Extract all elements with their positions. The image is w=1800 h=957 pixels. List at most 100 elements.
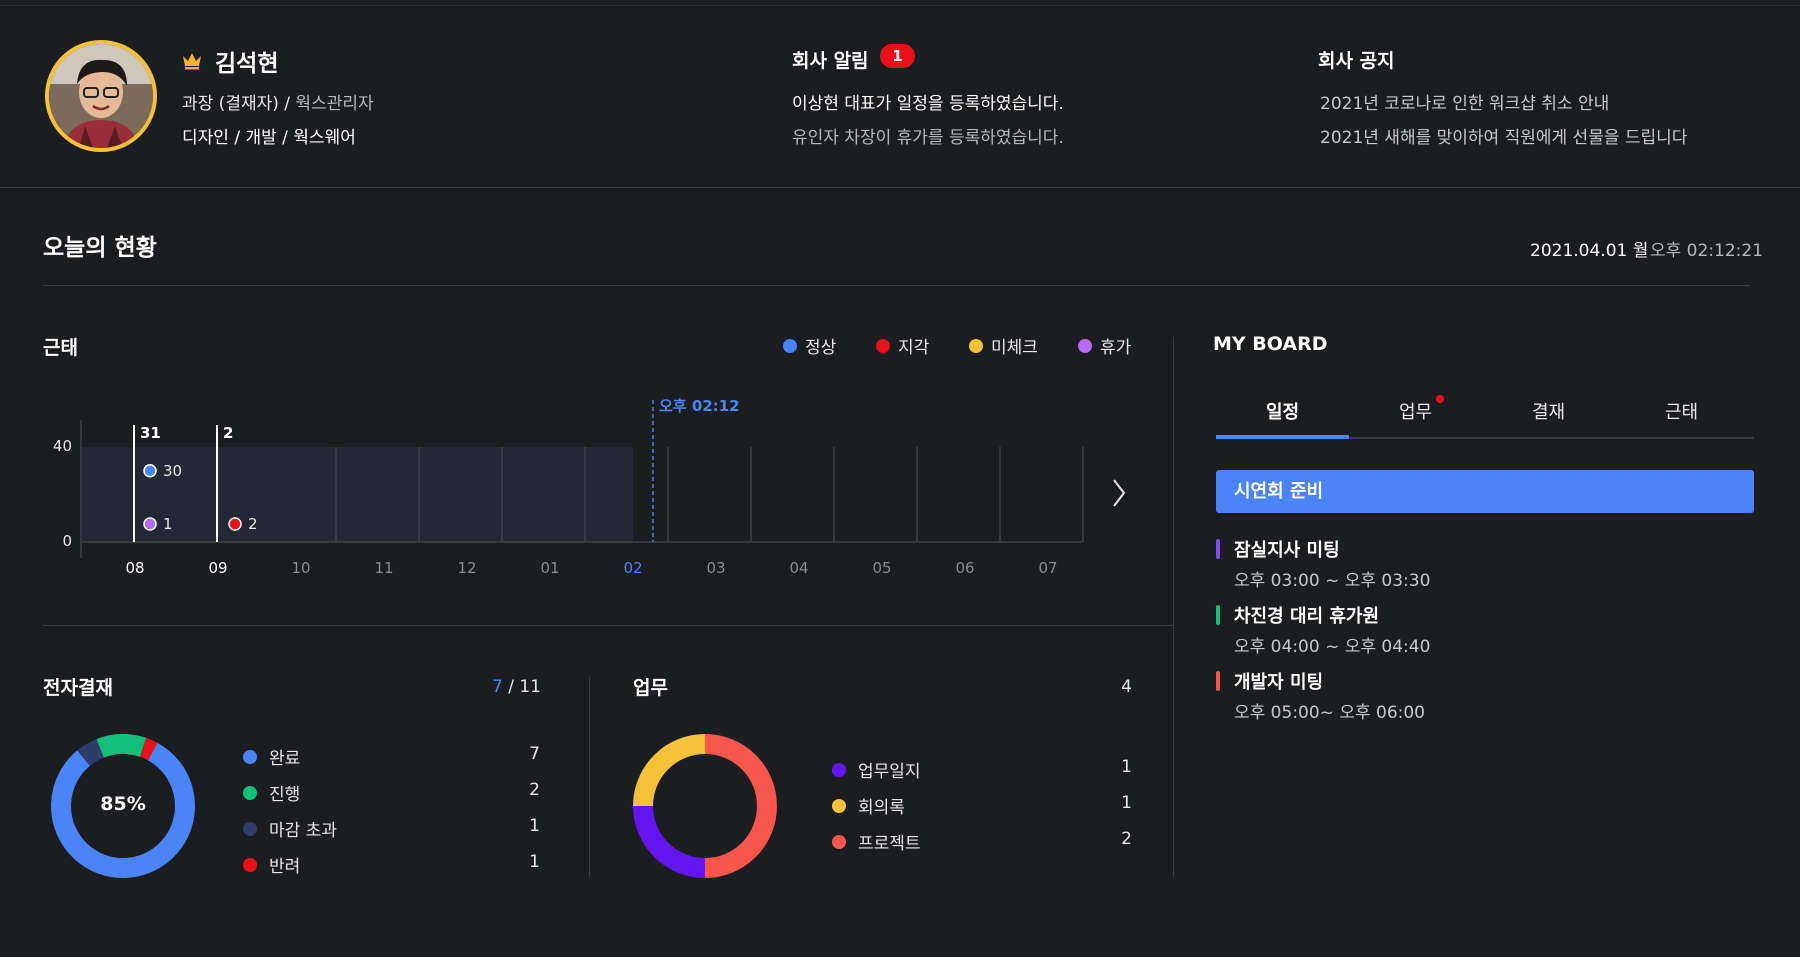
notice-item[interactable]: 2021년 새해를 맞이하여 직원에게 선물을 드립니다 xyxy=(1320,123,1687,148)
data-point xyxy=(228,517,242,531)
header-divider xyxy=(0,187,1800,188)
work-donut-chart xyxy=(633,734,777,878)
crown-icon xyxy=(181,50,203,74)
legend-value: 2 xyxy=(1121,829,1132,849)
user-position: 과장 (결재자) / 웍스관리자 xyxy=(182,89,374,114)
avatar[interactable] xyxy=(45,40,157,152)
legend-vacation: 휴가 xyxy=(1078,333,1131,358)
today-date: 2021.04.01 월 xyxy=(1530,241,1649,261)
attendance-title: 근태 xyxy=(43,337,78,359)
legend-label: 미체크 xyxy=(991,338,1038,358)
legend-label: 휴가 xyxy=(1100,338,1132,358)
tab-approval[interactable]: 결재 xyxy=(1482,398,1615,424)
tab-schedule[interactable]: 일정 xyxy=(1216,398,1349,424)
data-point-label: 1 xyxy=(163,515,173,533)
column-divider xyxy=(1173,337,1174,877)
chevron-right-icon[interactable] xyxy=(1112,478,1126,516)
notice-item[interactable]: 2021년 코로나로 인한 워크샵 취소 안내 xyxy=(1320,89,1609,114)
user-name: 김석현 xyxy=(215,51,279,77)
data-point-label: 2 xyxy=(248,515,258,533)
legend-dot xyxy=(243,749,257,764)
alert-item[interactable]: 이상현 대표가 일정을 등록하였습니다. xyxy=(792,89,1064,114)
legend-label: 회의록 xyxy=(858,798,905,818)
alert-item[interactable]: 유인자 차장이 휴가를 등록하였습니다. xyxy=(792,123,1064,148)
legend-value: 1 xyxy=(529,852,540,872)
x-tick-label: 04 xyxy=(789,559,808,577)
work-legend-diary: 업무일지 xyxy=(832,757,921,782)
data-point-label: 30 xyxy=(163,462,182,480)
tab-tasks[interactable]: 업무 xyxy=(1349,398,1482,424)
event-time: 오후 03:00 ~ 오후 03:30 xyxy=(1234,571,1431,591)
approval-count: 7 / 11 xyxy=(492,677,541,697)
data-point xyxy=(143,517,157,531)
legend-dot xyxy=(832,834,846,849)
event-name: 잠실지사 미팅 xyxy=(1234,540,1340,561)
legend-dot xyxy=(1078,338,1092,353)
x-tick-label: 06 xyxy=(955,559,974,577)
event-name: 차진경 대리 휴가원 xyxy=(1234,606,1380,627)
legend-label: 반려 xyxy=(269,857,301,877)
legend-label: 마감 초과 xyxy=(269,821,337,841)
approval-donut-segment xyxy=(139,737,158,761)
event-color-bar xyxy=(1216,671,1220,691)
x-tick-label: 08 xyxy=(125,559,144,577)
approval-donut-segment xyxy=(96,734,147,758)
work-donut-segment xyxy=(704,734,777,878)
legend-late: 지각 xyxy=(876,333,929,358)
company-notice-title: 회사 공지 xyxy=(1318,50,1395,72)
event-color-bar xyxy=(1216,539,1220,559)
event-time: 오후 04:00 ~ 오후 04:40 xyxy=(1234,637,1431,657)
approval-legend-done: 완료 xyxy=(243,744,300,769)
highlighted-event[interactable]: 시연회 준비 xyxy=(1216,470,1754,513)
today-time: 오후 02:12:21 xyxy=(1650,241,1764,261)
event-name: 개발자 미팅 xyxy=(1234,672,1324,693)
legend-value: 2 xyxy=(529,780,540,800)
approval-title: 전자결재 xyxy=(43,677,113,699)
legend-dot xyxy=(876,338,890,353)
event-color-bar xyxy=(1216,605,1220,625)
new-indicator-dot xyxy=(1436,395,1444,403)
x-tick-label: 11 xyxy=(374,559,393,577)
work-legend-project: 프로젝트 xyxy=(832,829,921,854)
legend-dot xyxy=(243,785,257,800)
legend-dot xyxy=(243,821,257,836)
column-total-label: 31 xyxy=(140,424,161,442)
approval-done-count: 7 xyxy=(492,677,503,697)
active-tab-indicator xyxy=(1216,435,1349,439)
approval-donut-segment xyxy=(77,739,105,767)
today-status-title: 오늘의 현황 xyxy=(43,235,157,261)
legend-value: 1 xyxy=(529,816,540,836)
attendance-chart: 40008 09 10 11 12 01 02 03 04 05 06 0731 2오후 02:1230… xyxy=(53,397,1084,577)
legend-normal: 정상 xyxy=(783,333,836,358)
x-tick-label: 02 xyxy=(623,559,642,577)
x-tick-label: 10 xyxy=(291,559,310,577)
column-total-label: 2 xyxy=(223,424,233,442)
alert-count-badge: 1 xyxy=(880,44,915,68)
legend-dot xyxy=(783,338,797,353)
work-count: 4 xyxy=(1121,677,1132,697)
data-point xyxy=(143,464,157,478)
tab-attendance[interactable]: 근태 xyxy=(1615,398,1748,424)
my-board-title: MY BOARD xyxy=(1213,333,1328,355)
legend-dot xyxy=(832,762,846,777)
legend-label: 완료 xyxy=(269,749,301,769)
company-alert-title: 회사 알림 xyxy=(792,50,869,72)
legend-label: 프로젝트 xyxy=(858,834,921,854)
y-tick-label: 0 xyxy=(62,532,72,550)
current-time-label: 오후 02:12 xyxy=(659,397,740,415)
position-text: 과장 (결재자) xyxy=(182,94,279,114)
legend-dot xyxy=(969,338,983,353)
approval-total-count: / 11 xyxy=(508,677,541,697)
legend-label: 정상 xyxy=(805,338,837,358)
column-divider xyxy=(589,677,590,877)
slash-divider: / xyxy=(284,94,296,114)
legend-unchecked: 미체크 xyxy=(969,333,1038,358)
section-divider xyxy=(43,285,1750,286)
legend-value: 7 xyxy=(529,744,540,764)
legend-dot xyxy=(832,798,846,813)
approval-legend-overdue: 마감 초과 xyxy=(243,816,337,841)
legend-value: 1 xyxy=(1121,793,1132,813)
x-tick-label: 05 xyxy=(872,559,891,577)
work-donut-segment xyxy=(633,805,706,878)
work-title: 업무 xyxy=(633,677,668,699)
